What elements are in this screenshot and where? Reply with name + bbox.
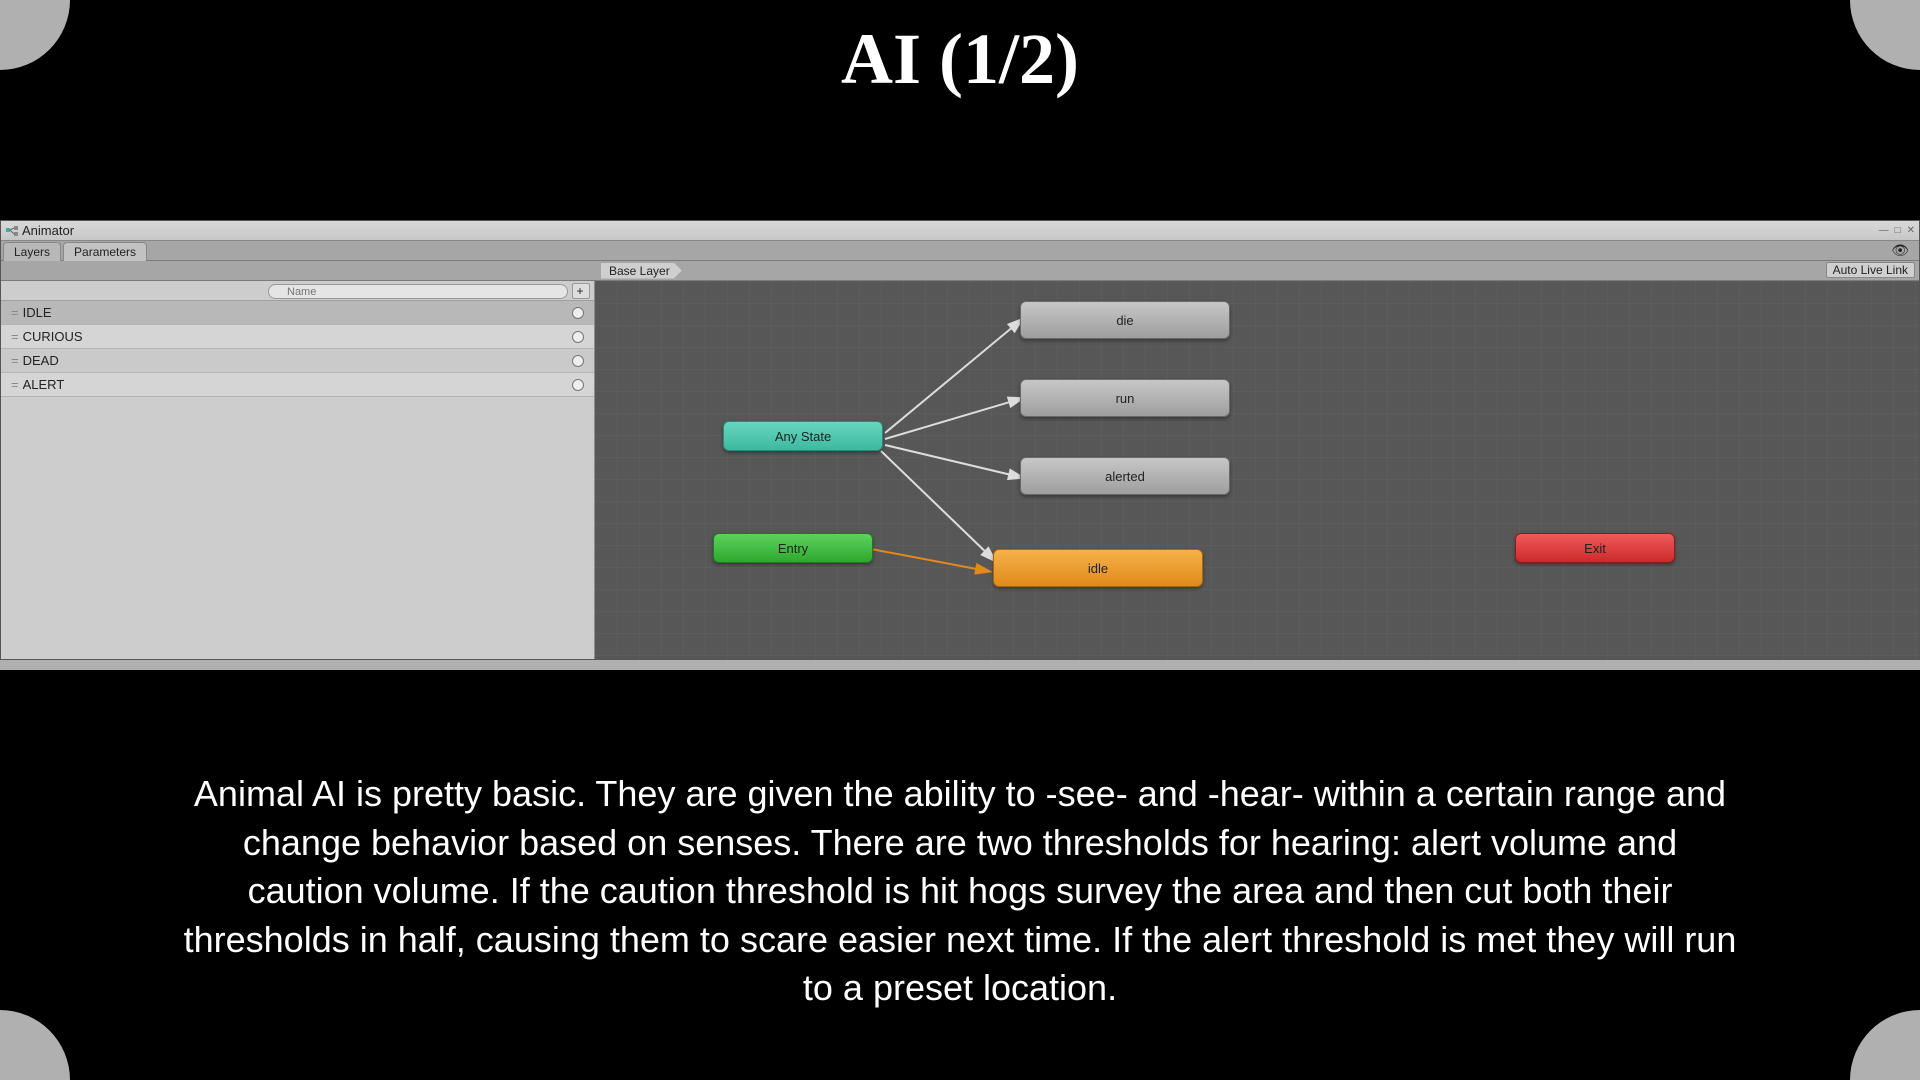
node-label: Entry xyxy=(778,541,808,556)
node-label: run xyxy=(1116,391,1135,406)
tab-layers[interactable]: Layers xyxy=(3,242,61,261)
trigger-radio[interactable] xyxy=(572,331,584,343)
trigger-radio[interactable] xyxy=(572,307,584,319)
state-node-alerted[interactable]: alerted xyxy=(1020,457,1230,495)
trigger-radio[interactable] xyxy=(572,355,584,367)
auto-live-link-button[interactable]: Auto Live Link xyxy=(1826,262,1915,278)
animator-panel: Animator — □ ✕ Layers Parameters 👁 Base … xyxy=(0,220,1920,660)
parameter-label: ALERT xyxy=(23,377,65,392)
parameters-panel: = IDLE = CURIOUS = DEAD = ALERT xyxy=(1,281,595,659)
description-text: Animal AI is pretty basic. They are give… xyxy=(180,770,1740,1013)
drag-handle-icon[interactable]: = xyxy=(11,305,17,320)
window-control-icons: — □ ✕ xyxy=(1879,225,1915,236)
state-node-die[interactable]: die xyxy=(1020,301,1230,339)
state-node-exit[interactable]: Exit xyxy=(1515,533,1675,563)
state-node-entry[interactable]: Entry xyxy=(713,533,873,563)
animator-titlebar[interactable]: Animator — □ ✕ xyxy=(1,221,1919,241)
node-label: Any State xyxy=(775,429,831,444)
close-icon[interactable]: ✕ xyxy=(1907,225,1915,236)
animator-graph[interactable]: die run alerted idle Any State Entry Exi… xyxy=(595,281,1919,659)
node-label: Exit xyxy=(1584,541,1606,556)
breadcrumb[interactable]: Base Layer xyxy=(601,263,682,279)
state-node-any-state[interactable]: Any State xyxy=(723,421,883,451)
page-title: AI (1/2) xyxy=(0,18,1920,101)
visibility-icon[interactable]: 👁 xyxy=(1891,242,1909,259)
parameter-label: CURIOUS xyxy=(23,329,83,344)
animator-icon xyxy=(5,224,19,238)
minimize-icon[interactable]: — xyxy=(1879,225,1889,236)
parameter-row[interactable]: = ALERT xyxy=(1,373,594,397)
state-node-run[interactable]: run xyxy=(1020,379,1230,417)
state-node-idle[interactable]: idle xyxy=(993,549,1203,587)
drag-handle-icon[interactable]: = xyxy=(11,353,17,368)
search-icon xyxy=(268,282,568,300)
parameter-row[interactable]: = CURIOUS xyxy=(1,325,594,349)
node-label: idle xyxy=(1088,561,1108,576)
parameter-search-row xyxy=(1,281,594,301)
node-label: die xyxy=(1116,313,1133,328)
transition-edges xyxy=(595,281,1919,659)
animator-tabbar: Layers Parameters 👁 xyxy=(1,241,1919,261)
trigger-radio[interactable] xyxy=(572,379,584,391)
node-label: alerted xyxy=(1105,469,1145,484)
animator-title: Animator xyxy=(22,223,74,238)
parameter-row[interactable]: = DEAD xyxy=(1,349,594,373)
parameter-label: DEAD xyxy=(23,353,59,368)
parameter-row[interactable]: = IDLE xyxy=(1,301,594,325)
drag-handle-icon[interactable]: = xyxy=(11,377,17,392)
parameter-search-input[interactable] xyxy=(268,284,568,299)
add-parameter-button[interactable] xyxy=(572,283,590,299)
maximize-icon[interactable]: □ xyxy=(1895,225,1901,236)
parameter-list: = IDLE = CURIOUS = DEAD = ALERT xyxy=(1,301,594,659)
drag-handle-icon[interactable]: = xyxy=(11,329,17,344)
tab-parameters[interactable]: Parameters xyxy=(63,242,147,261)
parameter-label: IDLE xyxy=(23,305,52,320)
breadcrumb-row: Base Layer Auto Live Link xyxy=(1,261,1919,281)
